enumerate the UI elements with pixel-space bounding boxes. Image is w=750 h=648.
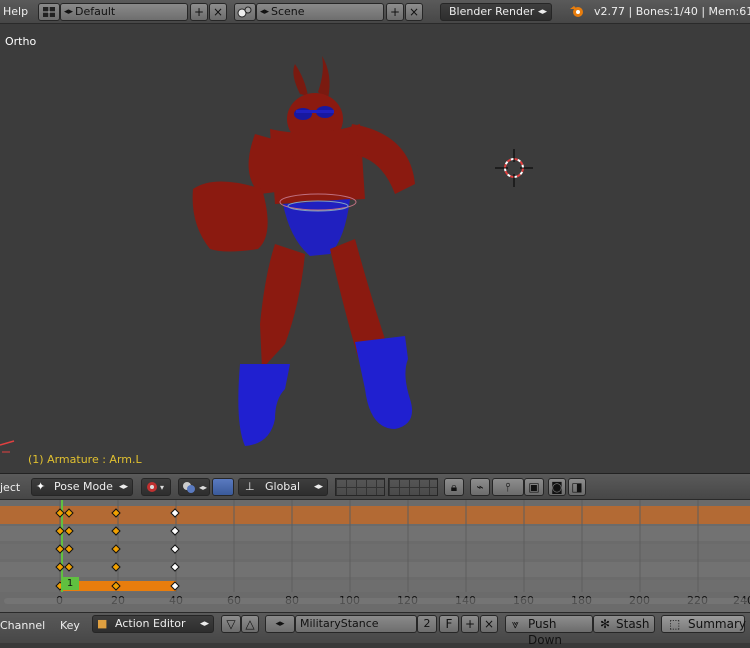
summary-label: Summary <box>688 617 746 631</box>
active-object-label: (1) Armature : Arm.L <box>28 453 142 466</box>
summary-icon: ⬚ <box>669 617 681 631</box>
lock-icon[interactable]: 🔒︎ <box>444 478 464 496</box>
pose-mode-icon: ✦ <box>36 480 46 493</box>
channel-menu[interactable]: Channel <box>0 619 45 632</box>
user-count-label: 2 <box>423 617 431 630</box>
svg-text:◂▸: ◂▸ <box>199 483 207 492</box>
render-engine-selector[interactable]: Blender Render ◂▸ <box>440 3 552 21</box>
scene-selector[interactable]: ◂▸ Scene <box>256 3 384 21</box>
orientation-selector[interactable]: ⊥ Global ◂▸ <box>238 478 328 496</box>
help-menu[interactable]: Help <box>3 5 28 18</box>
scene-name: Scene <box>271 5 305 18</box>
dopesheet-area[interactable]: 1 0 20 40 60 80 100 120 140 160 180 200 … <box>0 500 750 612</box>
editor-mode-selector[interactable]: ■ Action Editor ◂▸ <box>92 615 214 633</box>
key-menu[interactable]: Key <box>60 619 80 632</box>
stash-button[interactable]: ✻ Stash <box>593 615 655 633</box>
3d-viewport[interactable]: Ortho (1) Armature: Arm.L <box>0 24 750 473</box>
axis-gizmo-icon <box>0 440 15 453</box>
action-browse-icon[interactable]: ◂▸ <box>265 615 295 633</box>
info-header: Help ◂▸ Default + × ◂▸ Scene + × Blender… <box>0 0 750 24</box>
render-clapper-icon[interactable]: ◨ <box>568 478 586 496</box>
add-layout-button[interactable]: + <box>190 3 208 21</box>
horizontal-scrollbar[interactable] <box>4 598 746 604</box>
dopesheet-header: Channel Key ■ Action Editor ◂▸ ▽ △ ◂▸ Mi… <box>0 612 750 647</box>
snap-target-icon[interactable]: ▣ <box>524 478 544 496</box>
mode-name: Pose Mode <box>54 480 113 493</box>
action-name-field[interactable]: MilitaryStance <box>295 615 417 633</box>
snap-icon[interactable]: ⫯ <box>492 478 524 496</box>
editor-mode-name: Action Editor <box>115 617 186 630</box>
fake-user-label: F <box>445 617 453 631</box>
status-info: v2.77 | Bones:1/40 | Mem:61.8 <box>594 5 750 18</box>
action-icon: ■ <box>97 617 108 630</box>
screen-layout-selector[interactable]: ◂▸ Default <box>60 3 188 21</box>
stash-icon: ✻ <box>600 617 611 631</box>
delete-scene-button[interactable]: × <box>405 3 423 21</box>
add-scene-button[interactable]: + <box>386 3 404 21</box>
render-camera-icon[interactable]: ◙ <box>548 478 566 496</box>
collapse-down-icon[interactable]: ▽ <box>221 615 241 633</box>
delete-layout-button[interactable]: × <box>209 3 227 21</box>
summary-toggle[interactable]: ⬚ Summary <box>661 615 746 633</box>
layer-grid-2-icon[interactable] <box>388 478 438 496</box>
layer-grid-icon[interactable] <box>335 478 385 496</box>
user-count: 2 <box>417 615 437 633</box>
svg-text:▾: ▾ <box>160 483 164 492</box>
manipulator-icon[interactable] <box>212 478 234 496</box>
proportional-icon[interactable]: ⌁ <box>470 478 490 496</box>
screen-layout-name: Default <box>75 5 116 18</box>
shading-sphere-icon[interactable]: ▾ <box>141 478 171 496</box>
fake-user-button[interactable]: F <box>439 615 459 633</box>
unlink-action-button[interactable]: × <box>480 615 498 633</box>
new-action-button[interactable]: + <box>461 615 479 633</box>
layout-icon[interactable] <box>38 3 60 21</box>
pivot-icon[interactable]: ◂▸ <box>178 478 210 496</box>
scene-icon[interactable] <box>234 3 256 21</box>
object-menu[interactable]: ject <box>0 481 20 494</box>
viewport-header: ject ✦ Pose Mode ◂▸ ▾ ◂▸ ⊥ Global ◂▸ 🔒︎ … <box>0 473 750 500</box>
current-frame-label: 1 <box>66 578 74 589</box>
collapse-up-icon[interactable]: △ <box>241 615 259 633</box>
3d-cursor-icon <box>495 149 533 187</box>
stash-label: Stash <box>616 617 650 631</box>
blender-logo-icon <box>568 3 586 22</box>
character-model[interactable] <box>0 24 750 473</box>
push-down-icon: ⩔ <box>512 617 519 631</box>
orientation-name: Global <box>265 480 301 493</box>
push-down-button[interactable]: ⩔ Push Down <box>505 615 593 647</box>
transform-orientation-icon: ⊥ <box>245 480 255 493</box>
current-frame-indicator[interactable]: 1 <box>61 577 79 590</box>
action-name: MilitaryStance <box>300 617 379 630</box>
render-engine-name: Blender Render <box>449 5 535 18</box>
mode-selector[interactable]: ✦ Pose Mode ◂▸ <box>31 478 133 496</box>
